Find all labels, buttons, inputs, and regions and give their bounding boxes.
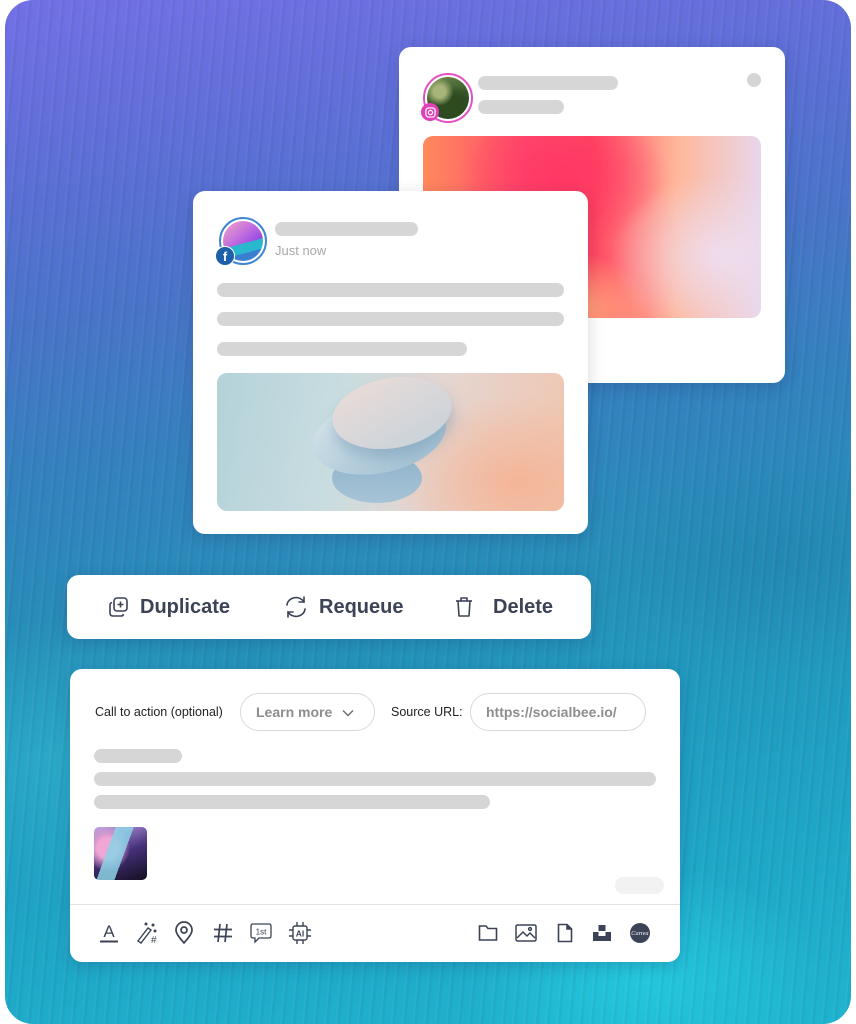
ai-chip-icon[interactable]: AI — [288, 921, 312, 945]
text-format-icon[interactable]: A — [97, 921, 121, 945]
name-placeholder — [478, 76, 618, 90]
file-icon[interactable] — [553, 921, 577, 945]
folder-icon[interactable] — [476, 921, 500, 945]
svg-text:AI: AI — [296, 929, 305, 939]
chevron-down-icon — [342, 704, 354, 720]
text-placeholder-line — [94, 772, 656, 786]
post-timestamp: Just now — [275, 243, 327, 258]
location-pin-icon[interactable] — [172, 921, 196, 945]
trash-icon — [455, 596, 473, 618]
name-placeholder — [275, 222, 418, 236]
text-placeholder-line — [217, 283, 564, 297]
duplicate-label: Duplicate — [140, 595, 231, 618]
duplicate-icon — [108, 596, 130, 618]
svg-text:#: # — [151, 935, 157, 945]
duplicate-button[interactable]: Duplicate — [108, 596, 230, 619]
attached-media-thumbnail[interactable] — [94, 827, 147, 880]
image-icon[interactable] — [514, 921, 538, 945]
meta-placeholder — [478, 100, 564, 114]
facebook-post-card: f Just now — [193, 191, 588, 534]
requeue-label: Requeue — [319, 595, 404, 618]
text-placeholder-line — [217, 342, 467, 356]
first-comment-icon[interactable]: 1st — [249, 921, 273, 945]
text-placeholder-line — [94, 749, 182, 763]
text-placeholder-line — [217, 312, 564, 326]
canva-icon[interactable]: Canva — [628, 921, 652, 945]
more-options-dot[interactable] — [747, 73, 761, 87]
post-image — [217, 373, 564, 511]
cta-select[interactable]: Learn more — [240, 693, 375, 731]
delete-label: Delete — [493, 595, 554, 618]
requeue-icon — [283, 595, 309, 619]
cta-label: Call to action (optional) — [95, 705, 223, 719]
source-url-input[interactable]: https://socialbee.io/ — [470, 693, 646, 731]
cta-select-value: Learn more — [256, 704, 333, 720]
svg-text:Canva: Canva — [631, 931, 648, 937]
instagram-icon — [421, 103, 439, 121]
svg-text:1st: 1st — [256, 928, 267, 937]
toolbar-divider — [70, 904, 680, 905]
character-count-placeholder — [615, 877, 664, 894]
unsplash-icon[interactable] — [590, 921, 614, 945]
source-url-label: Source URL: — [391, 705, 463, 719]
hashtag-icon[interactable] — [211, 921, 235, 945]
post-actions-bar: Duplicate Requeue Delete — [67, 575, 591, 639]
svg-text:A: A — [103, 922, 115, 941]
requeue-button[interactable]: Requeue — [283, 595, 403, 619]
hashtag-generator-icon[interactable]: # — [134, 921, 158, 945]
delete-button[interactable]: Delete — [455, 596, 553, 619]
facebook-icon: f — [215, 246, 235, 266]
text-placeholder-line — [94, 795, 490, 809]
post-composer: Call to action (optional) Learn more Sou… — [70, 669, 680, 962]
